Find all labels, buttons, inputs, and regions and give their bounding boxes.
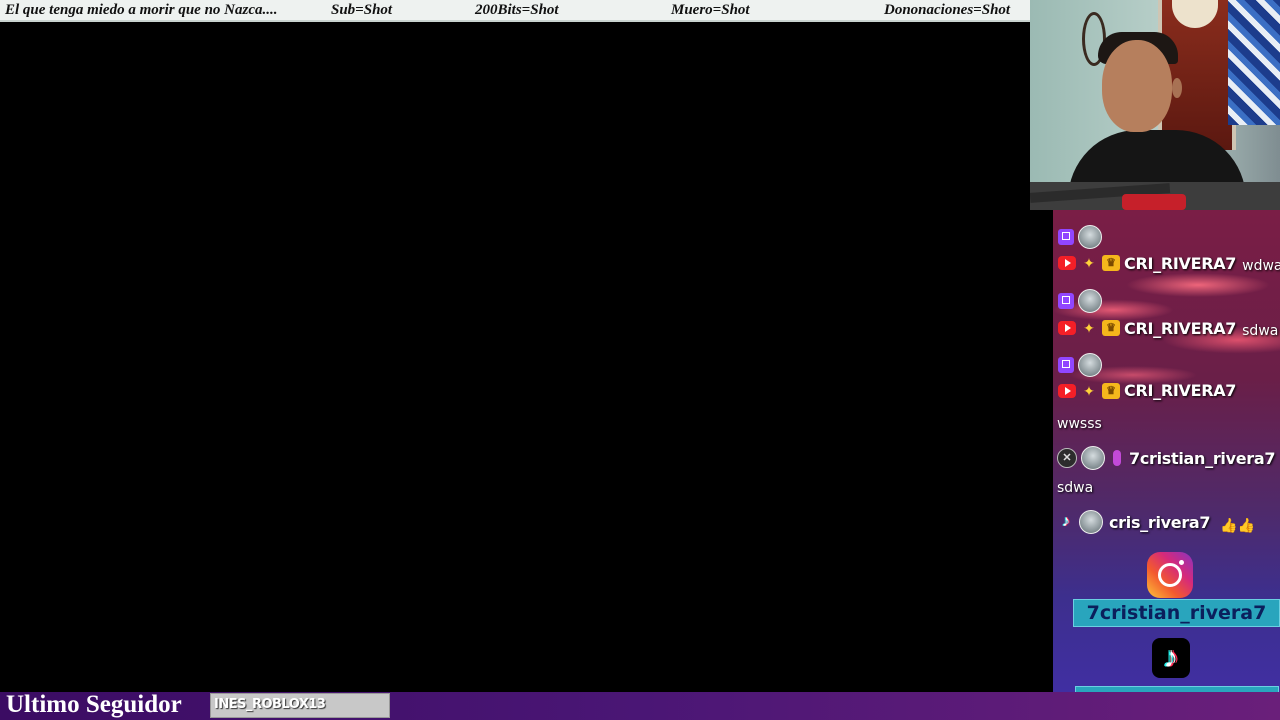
tiktok-icon: ♪ — [1152, 638, 1190, 678]
avatar — [1079, 510, 1103, 534]
chat-text: wdwa — [1242, 258, 1280, 274]
chat-username: 7cristian_rivera7 — [1129, 448, 1276, 468]
chat-message: ✕ 7cristian_rivera7 — [1057, 446, 1276, 470]
microphone-icon — [1113, 450, 1121, 466]
chat-username: cris_rivera7 — [1109, 512, 1211, 532]
chat-username: CRI_RIVERA7 — [1124, 381, 1237, 400]
avatar — [1078, 225, 1102, 249]
chat-username: CRI_RIVERA7 — [1124, 253, 1237, 273]
twitch-icon — [1058, 357, 1074, 373]
bottom-bar — [0, 692, 1280, 720]
instagram-icon — [1147, 552, 1193, 598]
streamer-ear — [1172, 78, 1182, 98]
chat-message: ✦ ♛ CRI_RIVERA7 sdwa — [1058, 317, 1278, 339]
ticker-item: 200Bits=Shot — [475, 2, 559, 18]
webcam-flag — [1228, 0, 1280, 125]
ticker-item: Sub=Shot — [331, 2, 393, 18]
game-capture-area — [0, 22, 1053, 692]
youtube-icon — [1058, 321, 1076, 335]
sparkle-icon: ✦ — [1083, 320, 1095, 336]
avatar — [1078, 289, 1102, 313]
chat-text: sdwa — [1057, 480, 1094, 496]
ticker-item: El que tenga miedo a morir que no Nazca.… — [5, 2, 278, 18]
chat-badges-row — [1058, 289, 1102, 313]
ticker-item: Muero=Shot — [671, 2, 750, 18]
sparkle-icon: ✦ — [1083, 382, 1095, 399]
chat-message: ♪ cris_rivera7 👍👍 — [1057, 510, 1255, 534]
tiktok-icon: ♪ — [1062, 513, 1070, 530]
chat-message-text-row: wwsss — [1057, 416, 1102, 432]
last-follower-name: INES_ROBLOX13 — [214, 697, 326, 712]
chat-badges-row — [1058, 225, 1102, 249]
instagram-handle: 7cristian_rivera7 — [1073, 599, 1280, 627]
crown-icon: ♛ — [1102, 255, 1120, 271]
twitch-icon — [1058, 293, 1074, 309]
chat-text: sdwa — [1242, 323, 1279, 339]
youtube-icon — [1058, 256, 1076, 270]
microphone — [1122, 194, 1186, 210]
avatar — [1078, 353, 1102, 377]
youtube-icon — [1058, 383, 1076, 398]
twitch-icon — [1058, 229, 1074, 245]
chat-badges-row — [1058, 353, 1102, 377]
last-follower-label: Ultimo Seguidor — [6, 691, 182, 718]
chat-text: wwsss — [1057, 416, 1102, 432]
top-ticker: El que tenga miedo a morir que no Nazca.… — [0, 0, 1030, 22]
chat-text: 👍👍 — [1220, 516, 1256, 533]
webcam-feed — [1030, 0, 1280, 210]
sparkle-icon: ✦ — [1083, 255, 1095, 271]
chat-message: ✦ ♛ CRI_RIVERA7 wdwa — [1058, 252, 1280, 274]
avatar — [1081, 446, 1105, 470]
chat-username: CRI_RIVERA7 — [1124, 318, 1237, 338]
chat-message-text-row: sdwa — [1057, 480, 1093, 496]
streamer-face — [1102, 40, 1172, 132]
crown-icon: ♛ — [1102, 320, 1120, 336]
crown-icon: ♛ — [1102, 382, 1120, 399]
xbox-icon: ✕ — [1057, 448, 1077, 468]
chat-message: ✦ ♛ CRI_RIVERA7 — [1058, 381, 1236, 400]
ticker-item: Dononaciones=Shot — [884, 2, 1011, 18]
